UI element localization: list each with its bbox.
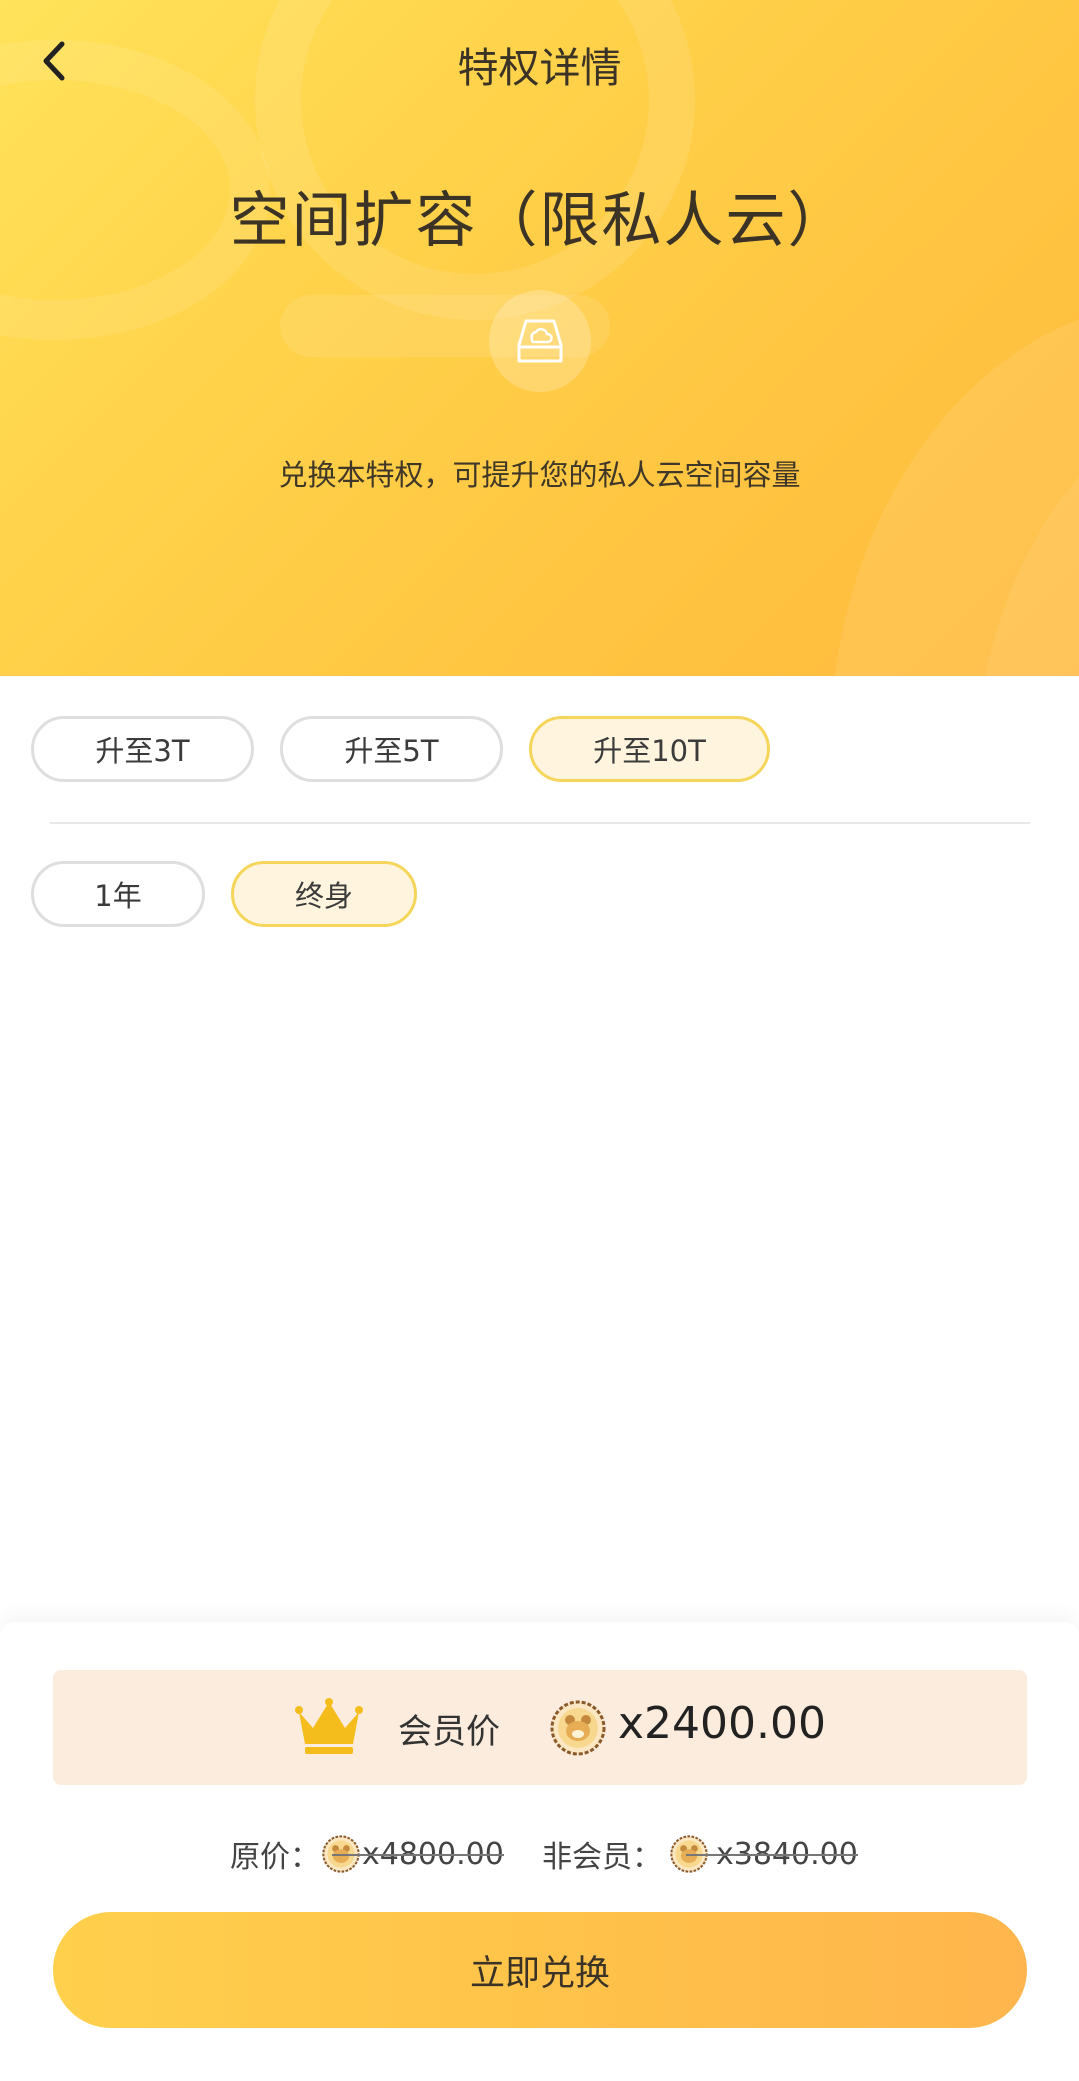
capacity-option-5t[interactable]: 升至5T — [280, 716, 503, 782]
redeem-button[interactable]: 立即兑换 — [53, 1912, 1027, 2028]
nonmember-price: 非会员： x3840.00 — [542, 1834, 858, 1875]
duration-option-1-year[interactable]: 1年 — [31, 861, 205, 927]
crown-icon — [295, 1698, 363, 1754]
member-price-label: 会员价 — [398, 1712, 500, 1752]
privilege-description: 兑换本特权，可提升您的私人云空间容量 — [278, 458, 801, 492]
hero-banner: 特权详情 空间扩容（限私人云） 兑换本特权，可提升您的私人云空间容量 — [0, 0, 1079, 676]
duration-option-lifetime[interactable]: 终身 — [231, 861, 417, 927]
capacity-option-10t[interactable]: 升至10T — [529, 716, 770, 782]
nonmember-price-value: x3840.00 — [686, 1836, 858, 1872]
original-price: 原价： x4800.00 — [230, 1834, 504, 1875]
page-title: 特权详情 — [457, 44, 622, 92]
original-price-value: x4800.00 — [332, 1836, 504, 1872]
nonmember-price-label: 非会员： — [542, 1840, 662, 1875]
coin-icon — [550, 1700, 606, 1756]
capacity-option-3t[interactable]: 升至3T — [31, 716, 254, 782]
member-price-box — [53, 1670, 1027, 1785]
divider — [50, 822, 1030, 824]
cloud-storage-icon — [489, 290, 591, 392]
original-price-label: 原价： — [230, 1840, 320, 1875]
member-price-value: x2400.00 — [618, 1698, 826, 1749]
privilege-title: 空间扩容（限私人云） — [229, 186, 850, 256]
